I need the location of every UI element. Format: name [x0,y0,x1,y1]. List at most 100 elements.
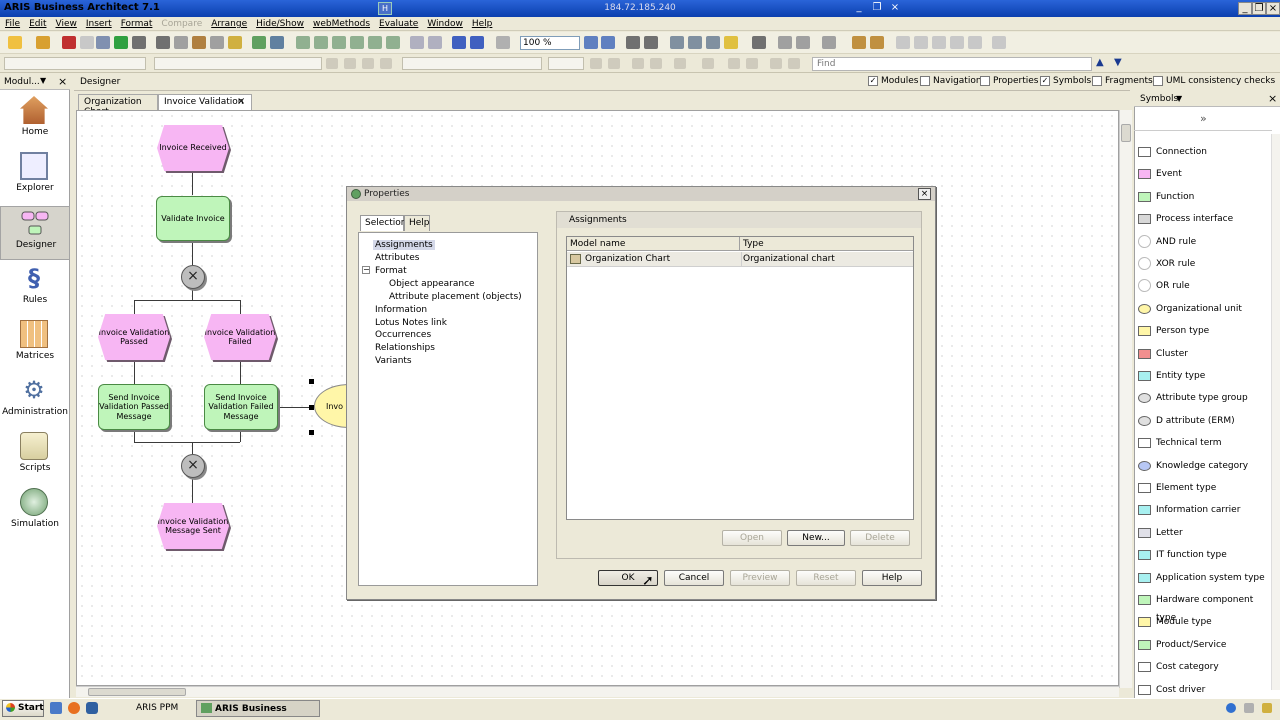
cut-icon[interactable] [132,36,146,49]
tree-item-occurrences[interactable]: Occurrences [375,330,431,340]
event-validation-failed[interactable]: Invoice Validation Failed [204,314,276,360]
symbol-item[interactable]: Technical term [1136,434,1276,452]
menu-window[interactable]: Window [422,17,467,29]
zoom-select[interactable]: 100 % [520,36,580,50]
symbol-item[interactable]: Element type [1136,479,1276,497]
function-send-failed-message[interactable]: Send Invoice Validation Failed Message [204,384,278,430]
undo-icon[interactable] [410,36,424,49]
cancel-button[interactable]: Cancel [664,570,724,586]
refresh-icon[interactable] [114,36,128,49]
xor-rule-join[interactable]: × [181,454,205,478]
help-button[interactable]: Help [862,570,922,586]
nav-last-icon[interactable] [968,36,982,49]
text-color-icon[interactable] [706,36,720,49]
find-down-icon[interactable]: ▼ [1114,57,1122,68]
font-family-select[interactable] [402,57,542,70]
symbol-item[interactable]: OR rule [1136,277,1276,295]
help-tray-icon[interactable] [1226,703,1236,713]
symbol-item[interactable]: Application system type [1136,569,1276,587]
nav-play-icon[interactable] [932,36,946,49]
fill-color-icon[interactable] [724,36,738,49]
canvas-horizontal-scrollbar[interactable] [76,686,1119,697]
dialog-close-icon[interactable]: × [918,188,931,200]
print-preview-icon[interactable] [96,36,110,49]
navigation-checkbox[interactable] [920,76,930,86]
event-validation-passed[interactable]: Invoice Validation Passed [98,314,170,360]
font-color-icon[interactable] [674,58,686,69]
grid-icon[interactable] [626,36,640,49]
tab-organization-chart[interactable]: Organization Chart [78,94,158,117]
column-header-type[interactable]: Type [740,237,912,251]
zoom-in-icon[interactable] [584,36,598,49]
distribute-icon[interactable] [688,36,702,49]
function-send-passed-message[interactable]: Send Invoice Validation Passed Message [98,384,170,430]
insert-object-icon[interactable] [296,36,310,49]
nav-scripts[interactable]: Scripts [0,430,70,484]
remote-session-badge[interactable]: H [378,2,392,15]
symbol-item[interactable]: Attribute type group [1136,389,1276,407]
symbol-item[interactable]: D attribute (ERM) [1136,412,1276,430]
menu-evaluate[interactable]: Evaluate [374,17,422,29]
nav-rules[interactable]: § Rules [0,262,70,316]
canvas-vertical-scrollbar[interactable] [1119,110,1132,688]
print-icon[interactable] [80,36,94,49]
tree-collapse-icon[interactable]: − [362,266,370,274]
selection-handle[interactable] [309,379,314,384]
save-icon[interactable] [62,36,76,49]
symbol-item[interactable]: Hardware component type [1136,591,1276,623]
symbol-item[interactable]: Module type [1136,613,1276,631]
symbol-item[interactable]: Product/Service [1136,636,1276,654]
tree-item-attributes[interactable]: Attributes [375,253,419,263]
modules-close-icon[interactable]: × [58,75,67,88]
event-invoice-received[interactable]: Invoice Received [157,125,229,171]
nav-first-icon[interactable] [896,36,910,49]
font-size-select[interactable] [548,57,584,70]
quicklaunch-desktop-icon[interactable] [50,702,62,714]
menu-webmethods[interactable]: webMethods [308,17,374,29]
column-header-model-name[interactable]: Model name [567,237,740,251]
tree-item-lotus-notes-link[interactable]: Lotus Notes link [375,318,447,328]
nav-designer[interactable]: Designer [0,206,70,260]
tab-selection[interactable]: Selection [360,215,406,231]
symbols-dropdown-icon[interactable]: ▼ [1176,94,1182,103]
menu-help[interactable]: Help [467,17,497,29]
modules-dropdown-icon[interactable]: ▼ [40,76,46,85]
nav-matrices[interactable]: Matrices [0,318,70,372]
find-input[interactable]: Find [812,57,1092,71]
align-left-text-icon[interactable] [326,58,338,69]
remote-close-icon[interactable]: × [888,2,902,15]
tab-invoice-validation[interactable]: Invoice Validation × [158,94,252,110]
find-up-icon[interactable]: ▲ [1096,57,1104,68]
tree-item-variants[interactable]: Variants [375,356,412,366]
delete-button[interactable]: Delete [850,530,910,546]
justify-text-icon[interactable] [380,58,392,69]
minimize-button[interactable]: _ [1238,2,1252,15]
tab-close-icon[interactable]: × [237,96,245,107]
tree-item-format[interactable]: Format [375,266,407,276]
connect-icon[interactable] [332,36,346,49]
symbol-item[interactable]: Cost driver [1136,681,1276,699]
vertical-scroll-thumb[interactable] [1121,124,1131,142]
nav-simulation[interactable]: Simulation [0,486,70,540]
object-type-select[interactable] [4,57,146,70]
indent-icon[interactable] [788,58,800,69]
screenshot-icon[interactable] [752,36,766,49]
nav-prev-icon[interactable] [914,36,928,49]
align-right-text-icon[interactable] [362,58,374,69]
nav-end-icon[interactable] [992,36,1006,49]
info-icon[interactable] [270,36,284,49]
strikethrough-icon[interactable] [650,58,662,69]
symbol-item[interactable]: Function [1136,188,1276,206]
new-button[interactable]: New... [787,530,845,546]
bullet-list-icon[interactable] [728,58,740,69]
symbol-item[interactable]: IT function type [1136,546,1276,564]
symbols-checkbox[interactable]: ✓ [1040,76,1050,86]
xor-rule-split[interactable]: × [181,265,205,289]
symbols-close-icon[interactable]: × [1268,92,1277,105]
symbol-item[interactable]: Knowledge category [1136,457,1276,475]
org-unit-partial[interactable]: Invo [314,384,346,430]
properties-checkbox[interactable] [980,76,990,86]
open-button[interactable]: Open [722,530,782,546]
scissors-icon[interactable] [156,36,170,49]
menu-view[interactable]: View [51,17,81,29]
